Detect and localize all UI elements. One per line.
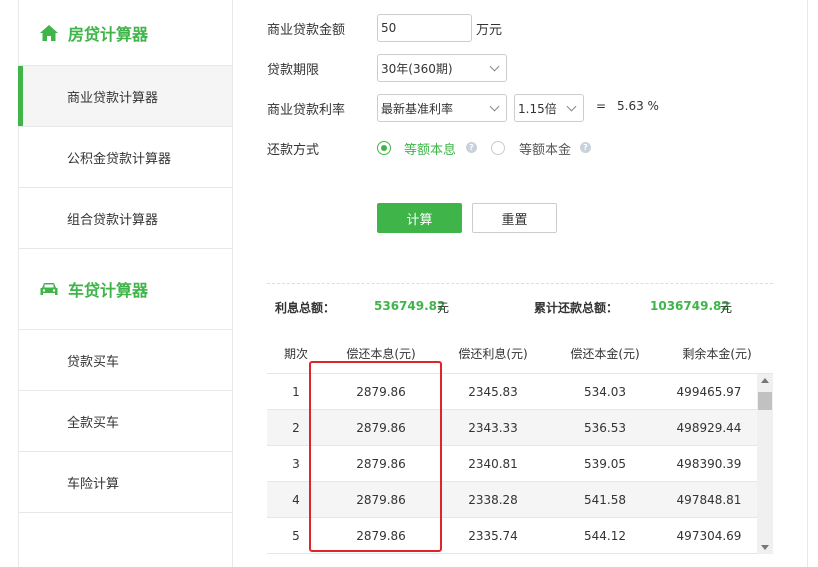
scroll-thumb[interactable]	[758, 392, 772, 410]
table-row: 2 2879.86 2343.33 536.53 498929.44	[267, 410, 757, 446]
repay-option2-label[interactable]: 等额本金	[519, 139, 571, 158]
amount-value: 50	[381, 21, 397, 35]
car-section-title: 车贷计算器	[68, 281, 149, 300]
amount-label: 商业贷款金额	[267, 23, 346, 38]
repay-total-value: 1036749.82	[650, 299, 730, 313]
cell-remaining: 498390.39	[676, 457, 742, 471]
nav-car-loan[interactable]: 贷款买车	[19, 330, 232, 391]
rate-label: 商业贷款利率	[267, 103, 346, 118]
chevron-down-icon	[566, 101, 577, 112]
table-row: 5 2879.86 2335.74 544.12 497304.69	[267, 518, 757, 554]
row-line	[267, 553, 757, 554]
amount-unit: 万元	[476, 23, 503, 38]
nav-combined-loan[interactable]: 组合贷款计算器	[19, 188, 232, 249]
cell-payment: 2879.86	[356, 421, 406, 435]
calculate-button[interactable]: 计算	[377, 203, 462, 233]
cell-period: 5	[292, 529, 300, 543]
help-icon[interactable]: ?	[580, 142, 591, 153]
col-header-payment: 偿还本息(元)	[346, 347, 416, 361]
nav-label: 商业贷款计算器	[67, 90, 159, 106]
mortgage-section-header: 房贷计算器	[19, 0, 232, 66]
nav-car-insurance[interactable]: 车险计算	[19, 452, 232, 513]
cell-interest: 2340.81	[468, 457, 518, 471]
car-icon	[39, 279, 59, 299]
col-header-period: 期次	[283, 347, 308, 361]
chevron-down-icon	[489, 101, 500, 112]
nav-car-full-payment[interactable]: 全款买车	[19, 391, 232, 452]
car-section-header: 车贷计算器	[19, 249, 232, 330]
row-line	[267, 517, 757, 518]
row-line	[267, 445, 757, 446]
repay-equal-installment-radio[interactable]	[377, 141, 391, 155]
cell-remaining: 497848.81	[676, 493, 742, 507]
table-scrollbar[interactable]	[757, 374, 773, 554]
help-icon[interactable]: ?	[466, 142, 477, 153]
rate-multiplier-select[interactable]: 1.15倍	[514, 94, 584, 122]
interest-total-unit: 元	[437, 301, 450, 315]
nav-label: 车险计算	[67, 476, 120, 492]
amount-input[interactable]: 50	[377, 14, 472, 42]
col-header-remaining: 剩余本金(元)	[682, 347, 752, 361]
table-row: 4 2879.86 2338.28 541.58 497848.81	[267, 482, 757, 518]
mortgage-section-title: 房贷计算器	[68, 24, 149, 44]
cell-remaining: 499465.97	[676, 385, 742, 399]
repay-total-unit: 元	[720, 301, 733, 315]
equals-sign: =	[596, 99, 607, 113]
repay-equal-principal-radio[interactable]	[491, 141, 505, 155]
cell-interest: 2338.28	[468, 493, 518, 507]
cell-principal: 536.53	[584, 421, 626, 435]
scroll-down-arrow-icon[interactable]	[761, 545, 769, 550]
chevron-down-icon	[489, 61, 500, 72]
table-row: 3 2879.86 2340.81 539.05 498390.39	[267, 446, 757, 482]
rate-result: 5.63 %	[617, 99, 659, 113]
repay-total-label: 累计还款总额：	[534, 301, 619, 315]
divider	[267, 283, 773, 284]
nav-label: 全款买车	[67, 415, 120, 431]
cell-payment: 2879.86	[356, 457, 406, 471]
cell-period: 1	[292, 385, 300, 399]
table-row: 1 2879.86 2345.83 534.03 499465.97	[267, 374, 757, 410]
cell-principal: 539.05	[584, 457, 626, 471]
cell-principal: 541.58	[584, 493, 626, 507]
term-select[interactable]: 30年(360期)	[377, 54, 507, 82]
term-label: 贷款期限	[267, 63, 320, 78]
repay-option1-label[interactable]: 等额本息	[404, 139, 456, 158]
reset-button[interactable]: 重置	[472, 203, 557, 233]
nav-label: 贷款买车	[67, 354, 120, 370]
content-border	[807, 0, 808, 567]
repay-label: 还款方式	[267, 143, 320, 158]
rate-type-value: 最新基准利率	[381, 101, 454, 116]
cell-period: 2	[292, 421, 300, 435]
cell-principal: 534.03	[584, 385, 626, 399]
nav-label: 公积金贷款计算器	[67, 151, 172, 167]
cell-remaining: 498929.44	[676, 421, 742, 435]
cell-interest: 2345.83	[468, 385, 518, 399]
cell-payment: 2879.86	[356, 493, 406, 507]
row-line	[267, 481, 757, 482]
nav-commercial-loan[interactable]: 商业贷款计算器	[18, 66, 232, 127]
cell-remaining: 497304.69	[676, 529, 742, 543]
cell-period: 4	[292, 493, 300, 507]
interest-total-label: 利息总额：	[275, 301, 336, 315]
interest-total-value: 536749.82	[374, 299, 446, 313]
col-header-principal: 偿还本金(元)	[570, 347, 640, 361]
nav-provident-fund-loan[interactable]: 公积金贷款计算器	[19, 127, 232, 188]
nav-label: 组合贷款计算器	[67, 212, 159, 228]
sidebar: 房贷计算器 商业贷款计算器 公积金贷款计算器 组合贷款计算器 车贷计算器 贷款买…	[18, 0, 233, 567]
rate-multiplier-value: 1.15倍	[518, 101, 557, 116]
cell-principal: 544.12	[584, 529, 626, 543]
cell-interest: 2343.33	[468, 421, 518, 435]
cell-payment: 2879.86	[356, 529, 406, 543]
cell-period: 3	[292, 457, 300, 471]
term-value: 30年(360期)	[381, 61, 453, 76]
house-icon	[39, 23, 59, 43]
cell-interest: 2335.74	[468, 529, 518, 543]
rate-type-select[interactable]: 最新基准利率	[377, 94, 507, 122]
scroll-up-arrow-icon[interactable]	[761, 378, 769, 383]
cell-payment: 2879.86	[356, 385, 406, 399]
col-header-interest: 偿还利息(元)	[458, 347, 528, 361]
row-line	[267, 409, 757, 410]
